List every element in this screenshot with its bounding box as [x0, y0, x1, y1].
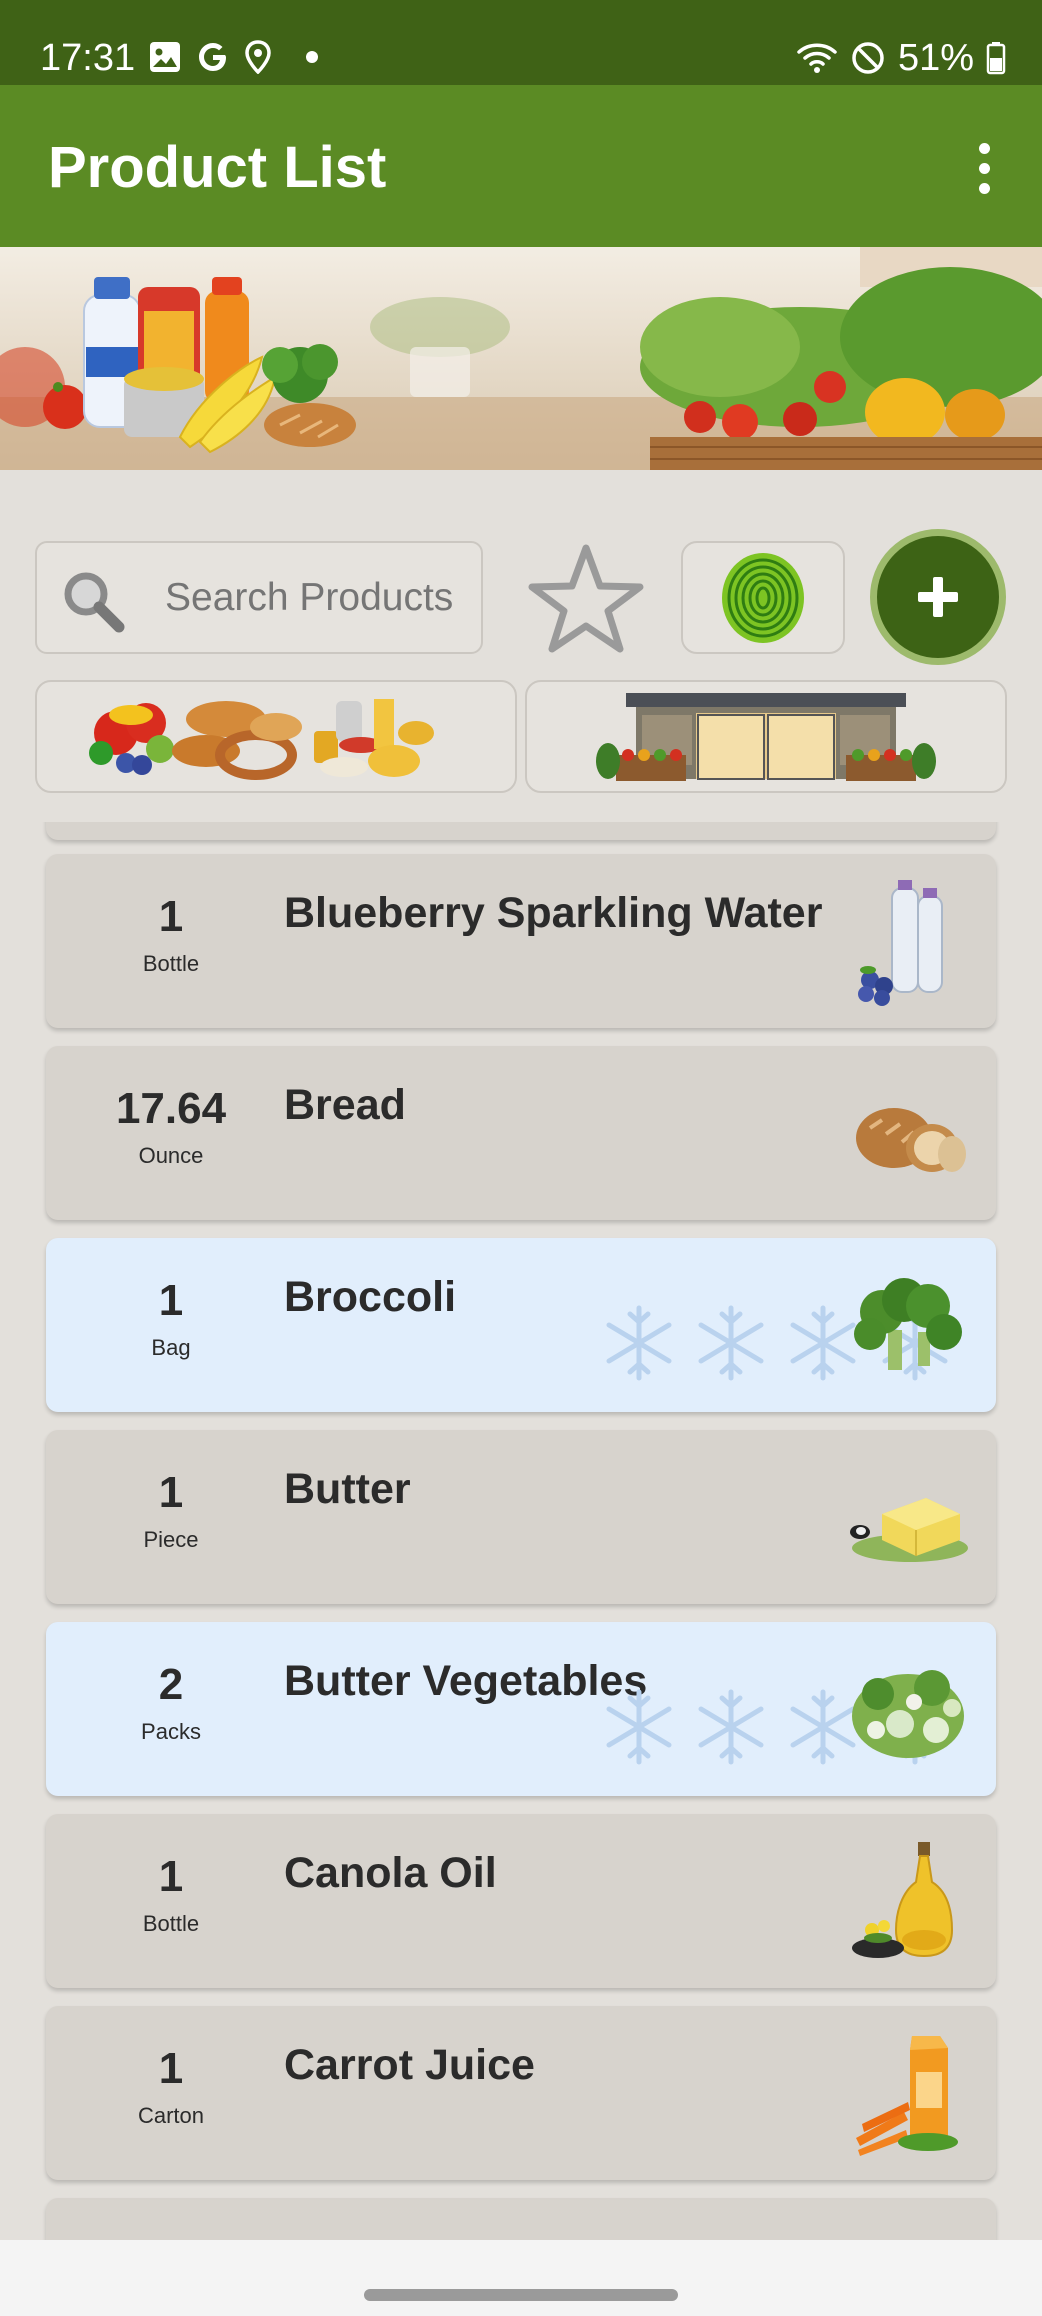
product-unit: Piece	[143, 1527, 199, 1552]
plus-icon	[918, 577, 958, 617]
category-food-button[interactable]	[35, 680, 517, 793]
overflow-menu-button[interactable]	[956, 135, 1012, 201]
product-name: C	[284, 2232, 315, 2240]
snowflake-icon	[698, 1305, 764, 1381]
list-item[interactable]: 1 Piece Butter	[46, 1430, 996, 1604]
list-item[interactable]: 1 Carton Carrot Juice	[46, 2006, 996, 2180]
dot-icon	[306, 51, 318, 63]
add-product-button[interactable]	[870, 529, 1006, 665]
status-time: 17:31	[40, 37, 136, 79]
mixed-vegetables-icon	[852, 1670, 964, 1758]
product-quantity: 2	[158, 1660, 184, 1709]
product-list[interactable]: 1 Bottle Blueberry Sparkling Water 17.64…	[0, 822, 1042, 2240]
fingerprint-icon	[722, 552, 804, 643]
oil-bottle-icon	[852, 1842, 954, 1958]
snowflake-icon	[606, 1305, 672, 1381]
search-icon	[64, 572, 125, 633]
product-unit: Carton	[137, 2103, 205, 2128]
list-item-frozen[interactable]: 2 Packs Butter Vegetables	[46, 1622, 996, 1796]
search-box[interactable]	[35, 541, 483, 654]
product-quantity: 17.64	[115, 1084, 227, 1133]
page-title: Product List	[48, 135, 387, 200]
favorites-button[interactable]	[524, 538, 648, 658]
list-item[interactable]: 17.64 Ounce Bread	[46, 1046, 996, 1220]
product-name: Butter	[284, 1465, 411, 1513]
product-quantity: 1	[158, 892, 184, 941]
storefront-icon	[596, 692, 936, 781]
snowflake-icon	[790, 1689, 856, 1765]
list-item[interactable]	[46, 822, 996, 840]
product-unit: Packs	[141, 1719, 201, 1744]
product-name: Butter Vegetables	[284, 1657, 648, 1705]
product-quantity: 1	[158, 2044, 184, 2093]
bread-icon	[856, 1108, 966, 1172]
app-bar: Product List	[0, 85, 1042, 247]
home-gesture-handle[interactable]	[364, 2289, 678, 2301]
product-name: Blueberry Sparkling Water	[284, 889, 823, 937]
product-quantity: 1	[158, 1276, 184, 1325]
wifi-icon	[797, 43, 837, 73]
list-item-frozen[interactable]: 1 Bag Broccoli	[46, 1238, 996, 1412]
do-not-disturb-icon	[852, 42, 884, 74]
battery-percent: 51%	[897, 37, 974, 79]
water-bottles-icon	[858, 880, 943, 1006]
butter-icon	[850, 1498, 968, 1562]
header-banner-image	[0, 247, 1042, 470]
product-unit: Bag	[151, 1335, 191, 1360]
carrot-juice-icon	[856, 2036, 958, 2156]
category-store-button[interactable]	[525, 680, 1007, 793]
navigation-bar	[0, 2240, 1042, 2316]
snowflake-icon	[606, 1689, 672, 1765]
location-icon	[245, 40, 271, 74]
overflow-menu-icon	[978, 142, 990, 154]
product-name: Broccoli	[284, 1273, 457, 1321]
status-bar: 17:31 51%	[0, 0, 1042, 85]
product-quantity: 1	[158, 1468, 184, 1517]
snowflake-icon	[698, 1689, 764, 1765]
google-icon	[199, 43, 226, 71]
image-icon	[150, 42, 180, 72]
product-unit: Bottle	[142, 951, 200, 976]
product-unit: Ounce	[138, 1143, 204, 1168]
search-input[interactable]	[165, 567, 475, 629]
list-item[interactable]: 1 Bottle Canola Oil	[46, 1814, 996, 1988]
broccoli-icon	[854, 1278, 962, 1370]
battery-icon	[986, 42, 1006, 75]
product-unit: Bottle	[142, 1911, 200, 1936]
list-item[interactable]: 1 Bottle Blueberry Sparkling Water	[46, 854, 996, 1028]
snowflake-icon	[790, 1305, 856, 1381]
status-system-icons: 51%	[796, 36, 1006, 80]
product-quantity: 1	[158, 1852, 184, 1901]
product-name: Carrot Juice	[284, 2041, 535, 2089]
star-outline-icon	[528, 544, 644, 653]
product-name: Canola Oil	[284, 1849, 497, 1897]
list-item[interactable]: 1 C	[46, 2198, 996, 2240]
status-notification-icons	[148, 40, 326, 74]
product-name: Bread	[284, 1081, 406, 1129]
fingerprint-button[interactable]	[681, 541, 845, 654]
food-assortment-icon	[89, 698, 434, 780]
